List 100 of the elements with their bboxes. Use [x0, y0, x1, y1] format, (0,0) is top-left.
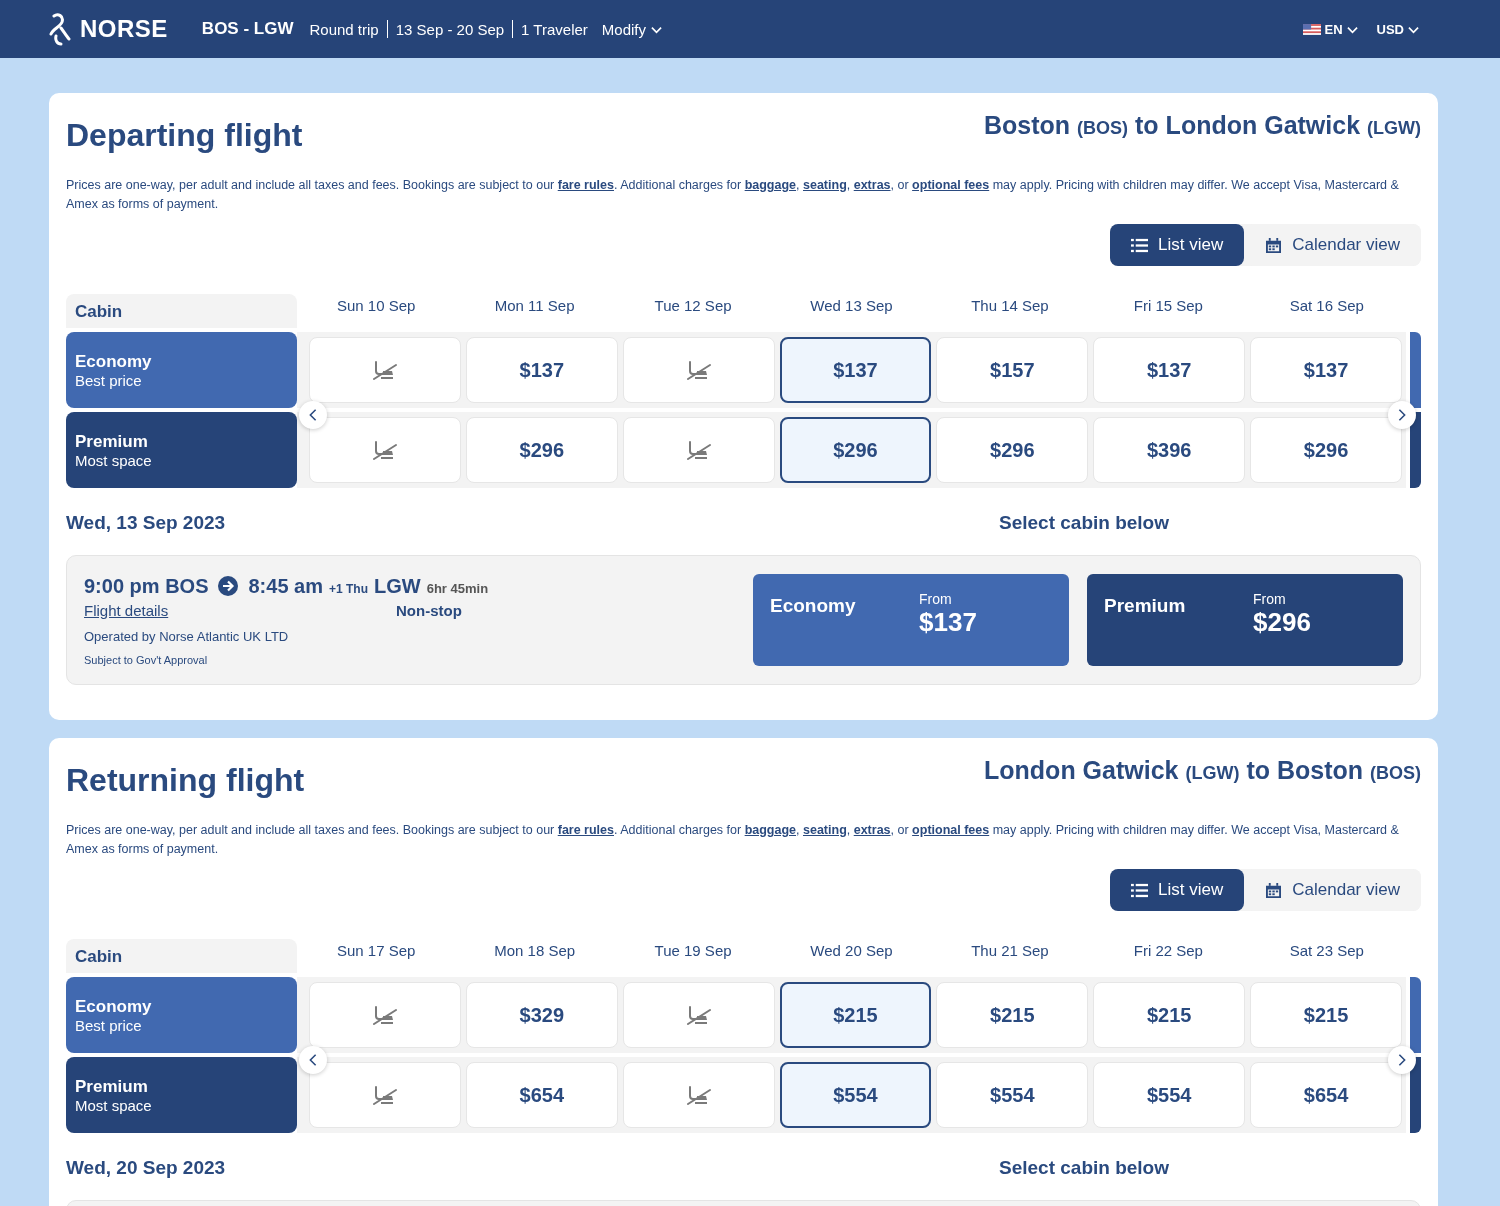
policy-link[interactable]: seating: [803, 823, 847, 837]
fare-cell[interactable]: [309, 1062, 461, 1128]
trip-detail: 13 Sep - 20 Sep: [395, 20, 505, 38]
fare-cell[interactable]: $654: [1250, 1062, 1402, 1128]
date-header: Mon 18 Sep: [493, 941, 577, 961]
policy-link[interactable]: seating: [803, 178, 847, 192]
no-seat-icon: [685, 439, 712, 461]
calendar-icon: [1265, 882, 1283, 898]
cabin-name: Premium: [75, 1076, 149, 1097]
fare-cell[interactable]: $296: [936, 417, 1089, 483]
chevron-right-icon: [1397, 1053, 1407, 1067]
list-icon: [1131, 882, 1149, 898]
day-offset: +1 Thu: [329, 581, 368, 596]
selected-date: Wed, 20 Sep 2023: [66, 1157, 227, 1179]
date-header: Thu 14 Sep: [970, 296, 1050, 316]
cabin-label[interactable]: Premium Most space: [66, 412, 297, 488]
fare-cell[interactable]: $137: [1250, 337, 1402, 403]
date-header: Wed 13 Sep: [809, 296, 894, 316]
fare-cell[interactable]: $157: [936, 337, 1089, 403]
policy-link[interactable]: extras: [853, 178, 891, 192]
no-seat-icon: [371, 1084, 398, 1106]
fare-cell[interactable]: $654: [465, 1062, 618, 1128]
flag-icon: [1303, 23, 1322, 35]
policy-link[interactable]: optional fees: [912, 823, 990, 837]
flight-duration: 6hr 45min: [426, 580, 489, 596]
cabin-subtitle: Most space: [75, 1096, 153, 1114]
chevron-left-icon: [308, 408, 318, 422]
fare-cell[interactable]: $137: [779, 337, 932, 403]
list-view-tab[interactable]: List view: [1110, 224, 1245, 266]
policy-link[interactable]: extras: [853, 823, 891, 837]
cabin-name: Economy: [75, 996, 153, 1017]
calendar-icon: [1265, 237, 1283, 253]
fare-cell[interactable]: $296: [465, 417, 618, 483]
flight-details-link[interactable]: Flight details: [84, 601, 396, 619]
policy-link[interactable]: baggage: [744, 178, 797, 192]
logo[interactable]: NORSE: [48, 12, 168, 46]
fare-cell[interactable]: $137: [1093, 337, 1246, 403]
date-header: Sun 10 Sep: [336, 296, 417, 316]
fare-cell[interactable]: [622, 1062, 775, 1128]
trip-detail: Round trip: [309, 20, 379, 38]
departure-time: 9:00 pm BOS: [84, 574, 209, 598]
date-header: Tue 12 Sep: [653, 296, 733, 316]
fare-cell[interactable]: $296: [779, 417, 932, 483]
currency-selector[interactable]: USD: [1372, 21, 1424, 37]
fare-cell[interactable]: $396: [1093, 417, 1246, 483]
section-title: Returning flight: [66, 762, 305, 799]
date-header: Sun 17 Sep: [336, 941, 417, 961]
policy-link[interactable]: fare rules: [557, 823, 614, 837]
fare-cell[interactable]: $554: [936, 1062, 1089, 1128]
select-prompt: Select cabin below: [999, 512, 1169, 534]
cabin-subtitle: Best price: [75, 371, 143, 389]
chevron-left-icon: [308, 1053, 318, 1067]
date-header: Thu 21 Sep: [970, 941, 1050, 961]
date-header: Mon 11 Sep: [493, 296, 576, 316]
fare-cell[interactable]: $554: [779, 1062, 932, 1128]
date-header: Fri 22 Sep: [1132, 941, 1204, 961]
date-header: Sat 16 Sep: [1288, 296, 1365, 316]
fare-cell[interactable]: [309, 337, 461, 403]
swirl-icon: [48, 12, 72, 46]
policy-link[interactable]: baggage: [744, 823, 797, 837]
fare-cell[interactable]: $215: [936, 982, 1089, 1048]
route-heading: Boston (BOS) to London Gatwick (LGW): [984, 111, 1421, 140]
fare-cell[interactable]: $215: [1093, 982, 1246, 1048]
selected-date: Wed, 13 Sep 2023: [66, 512, 227, 534]
cabin-label[interactable]: Economy Best price: [66, 332, 297, 408]
section-title: Departing flight: [66, 117, 303, 154]
fare-cell[interactable]: $296: [1250, 417, 1402, 483]
date-header: Fri 15 Sep: [1132, 296, 1204, 316]
cabin-name: Economy: [75, 351, 153, 372]
no-seat-icon: [371, 1004, 398, 1026]
policy-link[interactable]: fare rules: [557, 178, 614, 192]
fare-cell[interactable]: $137: [465, 337, 618, 403]
fare-cell[interactable]: [622, 982, 775, 1048]
cabin-label[interactable]: Economy Best price: [66, 977, 297, 1053]
date-header: Wed 20 Sep: [809, 941, 894, 961]
logo-text: NORSE: [80, 15, 168, 43]
fare-cell[interactable]: $554: [1093, 1062, 1246, 1128]
modify-button[interactable]: Modify: [597, 20, 667, 38]
no-seat-icon: [685, 1004, 712, 1026]
cabin-header: Cabin: [66, 939, 297, 973]
fare-cell[interactable]: [309, 982, 461, 1048]
cabin-name: Premium: [75, 431, 149, 452]
cabin-label[interactable]: Premium Most space: [66, 1057, 297, 1133]
policy-link[interactable]: optional fees: [912, 178, 990, 192]
fare-cell[interactable]: $215: [779, 982, 932, 1048]
list-view-tab[interactable]: List view: [1110, 869, 1245, 911]
cabin-fare-button[interactable]: Premium From $296: [1087, 574, 1403, 666]
fare-cell[interactable]: $329: [465, 982, 618, 1048]
cabin-fare-button[interactable]: Economy From $137: [753, 574, 1069, 666]
fare-cell[interactable]: [622, 337, 775, 403]
arrow-right-icon: [218, 576, 239, 596]
no-seat-icon: [371, 359, 398, 381]
cabin-header: Cabin: [66, 294, 297, 328]
fare-cell[interactable]: $215: [1250, 982, 1402, 1048]
fare-cell[interactable]: [309, 417, 461, 483]
date-header: Tue 19 Sep: [653, 941, 733, 961]
pricing-notice: Prices are one-way, per adult and include all taxes and fees. Bookings are subject to our fare rules. Additional charges for baggage, seating, extras, or optional fees may apply. Pricing with children may differ. We accept Visa, Mastercard & Amex as forms of payment.: [66, 177, 1400, 213]
route-heading: London Gatwick (LGW) to Boston (BOS): [984, 756, 1421, 785]
language-selector[interactable]: EN: [1299, 21, 1363, 37]
fare-cell[interactable]: [622, 417, 775, 483]
